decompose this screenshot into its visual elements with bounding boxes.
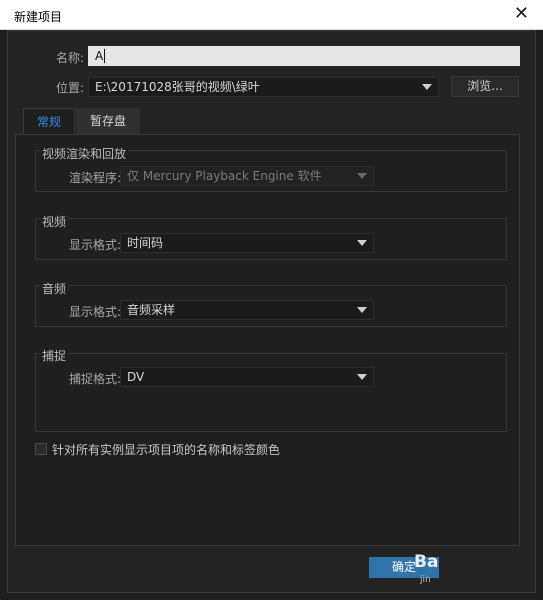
text-cursor [104,49,106,63]
capture-format-dropdown[interactable]: DV [120,367,374,387]
browse-button[interactable]: 浏览... [451,76,519,97]
watermark-logo: Ba [414,552,439,572]
audio-format-dropdown[interactable]: 音频采样 [120,300,374,320]
video-format-value: 时间码 [127,236,164,250]
video-format-label: 显示格式: [68,238,121,252]
renderer-value: 仅 Mercury Playback Engine 软件 [127,169,322,183]
tab-scratch-disks[interactable]: 暂存盘 [76,108,140,135]
watermark-text: jin [420,575,431,585]
window-title: 新建项目 [14,10,63,24]
audio-format-value: 音频采样 [127,303,176,317]
show-labels-checkbox[interactable] [35,443,47,455]
name-label: 名称: [55,51,84,65]
chevron-down-icon [357,173,367,179]
tab-general[interactable]: 常规 [23,108,75,135]
chevron-down-icon [357,374,367,380]
audio-format-label: 显示格式: [68,305,121,319]
video-format-dropdown[interactable]: 时间码 [120,233,374,253]
show-labels-label: 针对所有实例显示项目项的名称和标签颜色 [52,443,281,457]
renderer-label: 渲染程序: [68,171,121,185]
location-dropdown[interactable]: E:\20171028张哥的视频\绿叶 [88,77,439,97]
general-tab-panel: 视频渲染和回放 渲染程序: 仅 Mercury Playback Engine … [15,134,520,546]
capture-title: 捕捉 [40,347,69,364]
chevron-down-icon [422,84,432,90]
name-value: A [95,49,104,63]
close-icon[interactable]: ✕ [514,4,529,24]
chevron-down-icon [357,307,367,313]
location-label: 位置: [55,81,84,95]
video-title: 视频 [40,213,69,230]
capture-group [35,353,507,432]
location-value: E:\20171028张哥的视频\绿叶 [95,80,260,94]
video-render-title: 视频渲染和回放 [40,145,129,162]
title-bar: 新建项目 ✕ [0,0,543,30]
capture-format-value: DV [127,370,145,384]
renderer-dropdown[interactable]: 仅 Mercury Playback Engine 软件 [120,166,374,186]
name-input[interactable]: A [88,46,520,66]
audio-title: 音频 [40,280,69,297]
capture-format-label: 捕捉格式: [68,372,121,386]
chevron-down-icon [357,240,367,246]
